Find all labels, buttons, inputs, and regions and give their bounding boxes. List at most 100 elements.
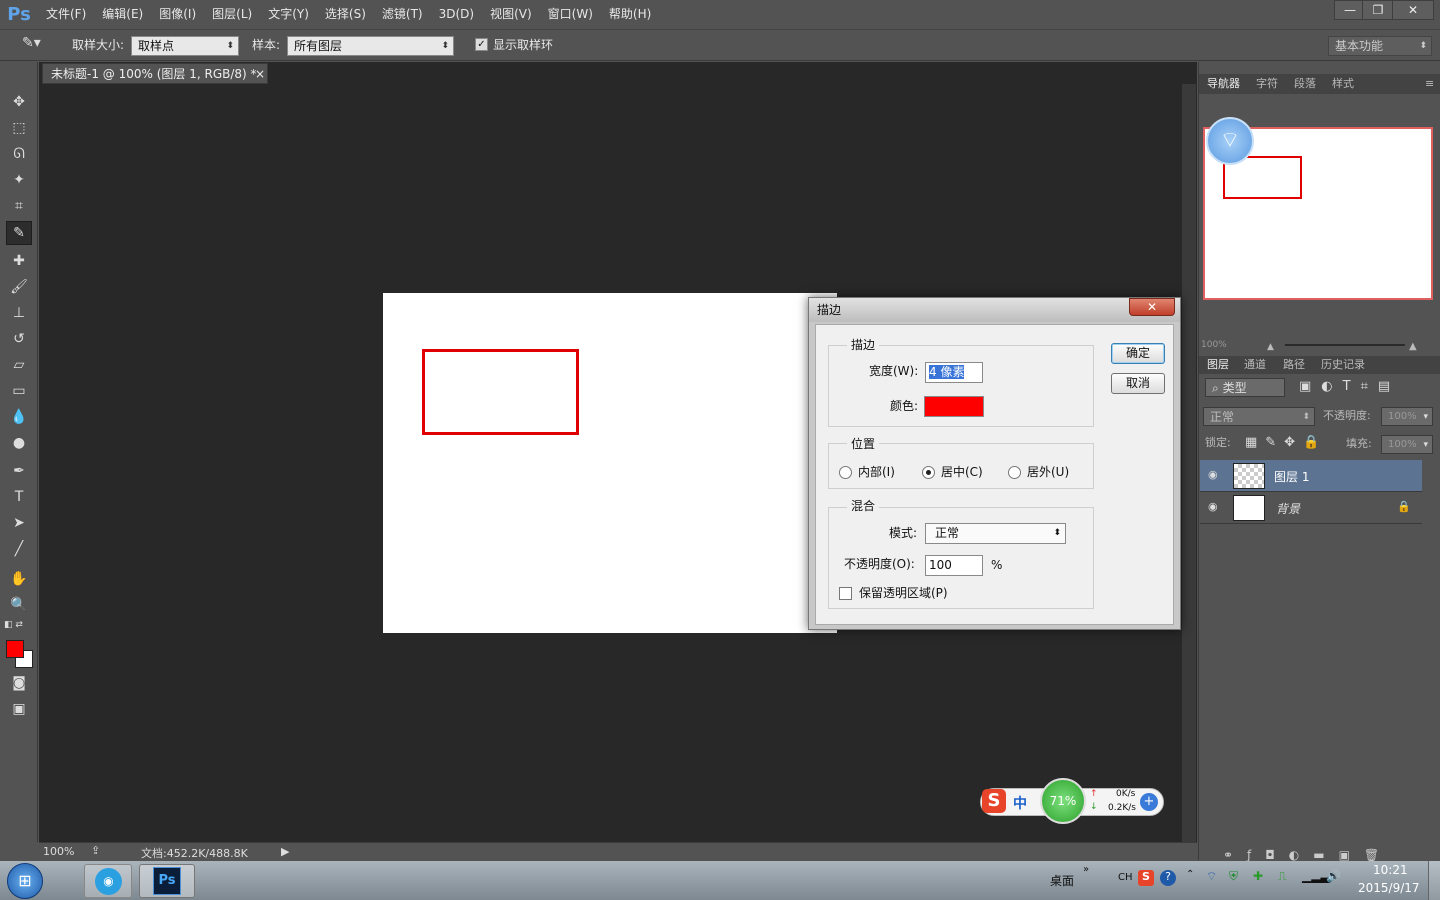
memory-percent[interactable]: 71% (1040, 778, 1086, 824)
zoom-level[interactable]: 100% (43, 845, 74, 858)
menu-select[interactable]: 选择(S) (317, 0, 374, 28)
lasso-tool-icon[interactable]: ᘏ (6, 142, 32, 166)
tab-character[interactable]: 字符 (1256, 75, 1278, 93)
clone-stamp-tool-icon[interactable]: ⊥ (6, 301, 32, 325)
language-indicator[interactable]: CH (1118, 872, 1133, 883)
menu-view[interactable]: 视图(V) (482, 0, 540, 28)
cancel-button[interactable]: 取消 (1111, 373, 1165, 394)
eyedropper-tool-icon[interactable]: ✎ (6, 221, 32, 245)
blur-tool-icon[interactable]: 💧 (6, 405, 32, 429)
close-tab-icon[interactable]: × (255, 64, 265, 84)
desktop-toolbar[interactable]: 桌面 (1050, 872, 1074, 889)
mode-select[interactable]: 正常 ⬍ (925, 523, 1066, 544)
network-speed-widget[interactable]: S 中 71% ↑ ↓ 0K/s 0.2K/s + (980, 778, 1164, 824)
sogou-ime-icon[interactable]: S (982, 789, 1006, 813)
fill-input[interactable]: 100% ▾ (1381, 435, 1433, 454)
document-tab[interactable]: 未标题-1 @ 100% (图层 1, RGB/8) * × (42, 63, 268, 84)
dialog-close-button[interactable]: ✕ (1129, 298, 1175, 316)
pen-tool-icon[interactable]: ✒ (6, 459, 32, 483)
visibility-eye-icon[interactable]: ◉ (1208, 468, 1218, 481)
security-shield-icon[interactable]: ⛨ (1229, 869, 1238, 884)
layer-filter-select[interactable]: ⌕ 类型 (1205, 378, 1285, 397)
sample-select[interactable]: 所有图层 ⬍ (287, 36, 454, 56)
restore-button[interactable]: ❐ (1362, 0, 1394, 20)
canvas[interactable] (383, 293, 837, 633)
type-tool-icon[interactable]: T (6, 485, 32, 509)
tab-layers[interactable]: 图层 (1207, 356, 1229, 374)
clock-date[interactable]: 2015/9/17 (1358, 881, 1420, 895)
line-tool-icon[interactable]: ╱ (6, 537, 32, 561)
outside-label[interactable]: 居外(U) (1027, 462, 1069, 482)
tab-paragraph[interactable]: 段落 (1294, 75, 1316, 93)
menu-window[interactable]: 窗口(W) (540, 0, 601, 28)
blend-mode-select[interactable]: 正常 ⬍ (1203, 407, 1315, 426)
ime-mode[interactable]: 中 (1013, 793, 1027, 813)
show-desktop-button[interactable] (1428, 861, 1440, 900)
zoom-tool-icon[interactable]: 🔍 (6, 593, 32, 617)
add-icon[interactable]: + (1140, 793, 1158, 811)
menu-file[interactable]: 文件(F) (38, 0, 94, 28)
tab-history[interactable]: 历史记录 (1321, 356, 1365, 374)
zoom-in-icon[interactable]: ▲ (1409, 338, 1417, 356)
taskbar-app-browser[interactable]: ◉ (84, 864, 132, 898)
panel-menu-icon[interactable]: ≡ (1425, 75, 1434, 93)
volume-icon[interactable]: 🔊 (1326, 869, 1341, 883)
start-button[interactable]: ⊞ (7, 863, 43, 899)
show-ring-checkbox[interactable]: ✓ (475, 38, 488, 51)
preserve-transparency-checkbox[interactable] (839, 587, 852, 600)
outside-radio[interactable] (1008, 466, 1021, 479)
clock-time[interactable]: 10:21 (1373, 863, 1408, 877)
export-icon[interactable]: ⇪ (91, 844, 100, 857)
sogou-tray-icon[interactable]: S (1138, 870, 1154, 886)
visibility-eye-icon[interactable]: ◉ (1208, 500, 1218, 513)
layer-name[interactable]: 背景 (1276, 500, 1300, 517)
workspace-select[interactable]: 基本功能 ⬍ (1328, 36, 1432, 56)
menu-layer[interactable]: 图层(L) (204, 0, 260, 28)
layer-row[interactable]: ◉ 背景 🔒 (1200, 492, 1422, 524)
gradient-tool-icon[interactable]: ▭ (6, 379, 32, 403)
tab-navigator[interactable]: 导航器 (1207, 75, 1240, 93)
marquee-tool-icon[interactable]: ⬚ (6, 116, 32, 140)
wifi-tray-icon[interactable]: ⎍ (1278, 869, 1286, 884)
inside-label[interactable]: 内部(I) (858, 462, 895, 482)
taskbar-app-photoshop[interactable]: Ps (139, 864, 195, 898)
brush-tool-icon[interactable]: 🖌 (6, 275, 32, 299)
healing-brush-tool-icon[interactable]: ✚ (6, 249, 32, 273)
crop-tool-icon[interactable]: ⌗ (6, 194, 32, 218)
dodge-tool-icon[interactable]: ● (6, 431, 32, 455)
preserve-transparency-label[interactable]: 保留透明区域(P) (859, 583, 948, 603)
close-button[interactable]: ✕ (1392, 0, 1434, 20)
dialog-title[interactable]: 描边 (809, 298, 1180, 322)
quick-mask-icon[interactable]: ◙ (6, 671, 32, 695)
help-icon[interactable]: ? (1160, 870, 1176, 886)
menu-image[interactable]: 图像(I) (151, 0, 204, 28)
tray-expand-icon[interactable]: ⌃ (1186, 869, 1194, 880)
layer-filter-icons[interactable]: ▣◐T⌗▤ (1299, 378, 1400, 396)
stroke-color-swatch[interactable] (924, 396, 984, 417)
inside-radio[interactable] (839, 466, 852, 479)
toolbar-expand-icon[interactable]: » (1083, 864, 1089, 875)
layer-row[interactable]: ◉ 图层 1 (1200, 460, 1422, 492)
navigator-zoom[interactable]: 100% (1201, 336, 1227, 354)
ok-button[interactable]: 确定 (1111, 343, 1165, 364)
menu-3d[interactable]: 3D(D) (431, 0, 482, 28)
sample-size-select[interactable]: 取样点 ⬍ (131, 36, 239, 56)
menu-filter[interactable]: 滤镜(T) (374, 0, 431, 28)
tab-styles[interactable]: 样式 (1332, 75, 1354, 93)
vertical-scrollbar[interactable] (1182, 84, 1196, 842)
menu-edit[interactable]: 编辑(E) (94, 0, 151, 28)
hand-tool-icon[interactable]: ✋ (6, 567, 32, 591)
menu-type[interactable]: 文字(Y) (260, 0, 317, 28)
history-brush-tool-icon[interactable]: ↺ (6, 327, 32, 351)
eraser-tool-icon[interactable]: ▱ (6, 353, 32, 377)
layer-name[interactable]: 图层 1 (1274, 468, 1309, 485)
tab-paths[interactable]: 路径 (1283, 356, 1305, 374)
network-tray-icon[interactable]: ⌔ (1206, 869, 1217, 884)
center-radio[interactable] (922, 466, 935, 479)
opacity-input[interactable]: 100 (925, 555, 983, 576)
antivirus-icon[interactable]: ✚ (1253, 869, 1263, 883)
wifi-icon[interactable]: ⌔ (1206, 117, 1254, 165)
path-selection-tool-icon[interactable]: ➤ (6, 511, 32, 535)
zoom-out-icon[interactable]: ▲ (1267, 338, 1274, 356)
width-input[interactable]: 4 像素 (925, 362, 983, 383)
